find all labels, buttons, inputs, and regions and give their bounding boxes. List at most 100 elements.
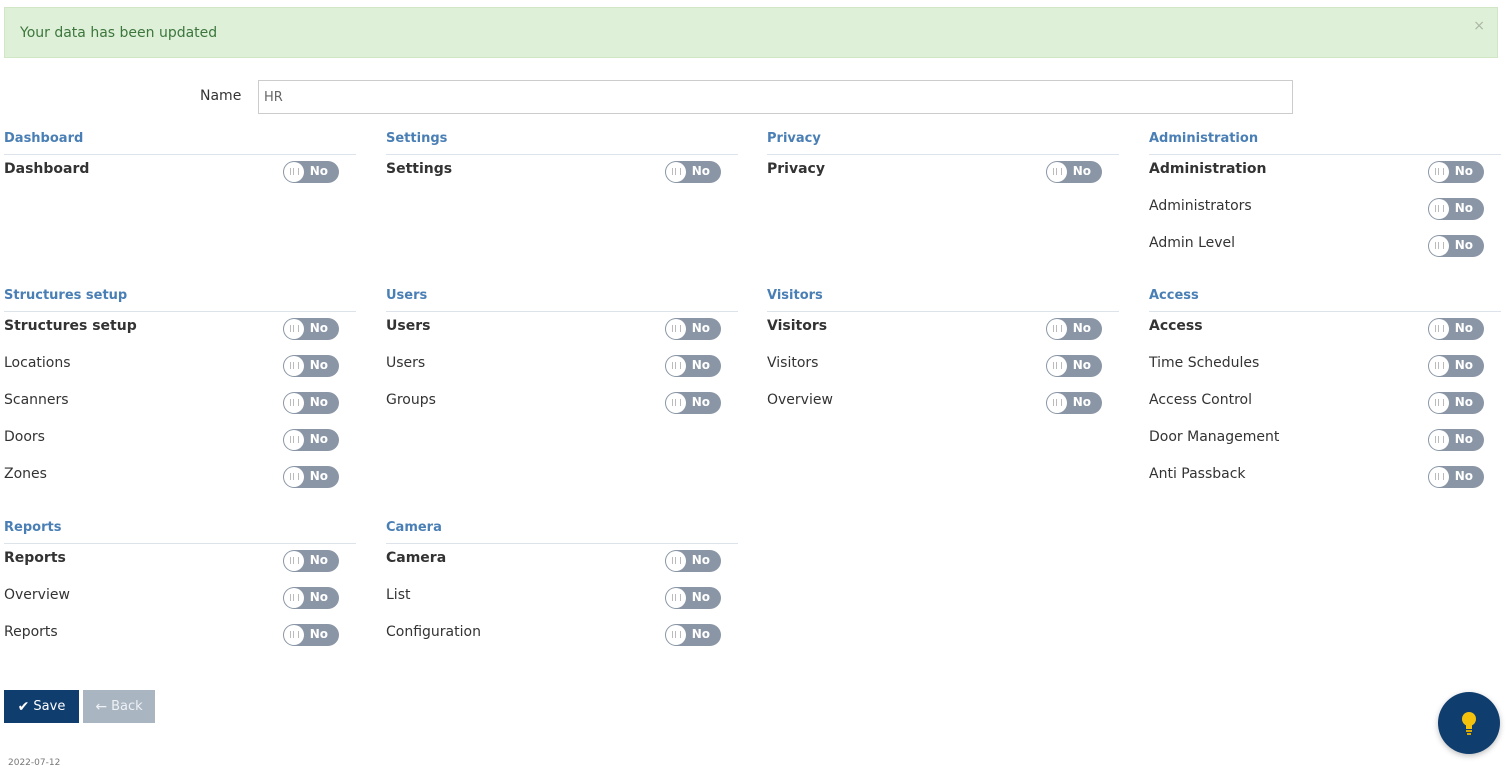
section-privacy: Privacy Privacy No [767, 130, 1119, 192]
permission-toggle[interactable]: No [1046, 161, 1102, 183]
toggle-knob [284, 625, 304, 645]
permission-toggle[interactable]: No [283, 392, 339, 414]
toggle-state-label: No [1454, 395, 1473, 409]
arrow-left-icon: ← [95, 698, 108, 715]
permission-toggle[interactable]: No [1428, 318, 1484, 340]
section-title: Dashboard [4, 130, 356, 155]
permission-row: Visitors No [767, 349, 1119, 386]
permission-toggle[interactable]: No [1428, 355, 1484, 377]
toggle-knob [1429, 162, 1449, 182]
lightbulb-icon [1462, 712, 1476, 735]
permission-toggle[interactable]: No [283, 587, 339, 609]
permission-list: Visitors No Visitors No Overview No [767, 312, 1119, 423]
permission-toggle[interactable]: No [1428, 466, 1484, 488]
toggle-state-label: No [309, 553, 328, 567]
toggle-knob [666, 356, 686, 376]
permission-list: Reports No Overview No Reports No [4, 544, 356, 655]
permission-label: Admin Level [1149, 235, 1236, 251]
toggle-state-label: No [1072, 164, 1091, 178]
permission-toggle[interactable]: No [1428, 235, 1484, 257]
toggle-state-label: No [1454, 238, 1473, 252]
toggle-knob [284, 319, 304, 339]
permission-list: Settings No [386, 155, 738, 192]
toggle-knob [284, 588, 304, 608]
back-button[interactable]: ← Back [83, 690, 155, 723]
permission-row-main: Reports No [4, 544, 356, 581]
toggle-knob [1047, 319, 1067, 339]
permission-label: Administration [1149, 161, 1267, 177]
toggle-knob [1429, 467, 1449, 487]
permission-toggle[interactable]: No [665, 587, 721, 609]
toggle-state-label: No [691, 590, 710, 604]
permission-label: Groups [386, 392, 436, 408]
permission-toggle[interactable]: No [665, 392, 721, 414]
permission-toggle[interactable]: No [283, 429, 339, 451]
permission-row-main: Privacy No [767, 155, 1119, 192]
permission-row: Reports No [4, 618, 356, 655]
toggle-state-label: No [691, 395, 710, 409]
toggle-knob [284, 551, 304, 571]
permission-label: Time Schedules [1149, 355, 1260, 371]
toggle-state-label: No [1454, 469, 1473, 483]
toggle-knob [1429, 319, 1449, 339]
permission-label: Overview [4, 587, 70, 603]
toggle-knob [666, 625, 686, 645]
help-button[interactable] [1438, 692, 1500, 754]
section-title: Camera [386, 519, 738, 544]
permission-list: Structures setup No Locations No Scanners No D… [4, 312, 356, 497]
permission-row: Scanners No [4, 386, 356, 423]
section-visitors: Visitors Visitors No Visitors No Overview No [767, 287, 1119, 423]
permission-label: Locations [4, 355, 71, 371]
permission-toggle[interactable]: No [283, 466, 339, 488]
permission-toggle[interactable]: No [1428, 198, 1484, 220]
permission-label: Administrators [1149, 198, 1252, 214]
toggle-state-label: No [1454, 164, 1473, 178]
permission-toggle[interactable]: No [1428, 392, 1484, 414]
section-title: Structures setup [4, 287, 356, 312]
permission-label: Reports [4, 624, 58, 640]
toggle-knob [1429, 430, 1449, 450]
permission-toggle[interactable]: No [665, 624, 721, 646]
permission-toggle[interactable]: No [1428, 429, 1484, 451]
permission-toggle[interactable]: No [283, 355, 339, 377]
section-title: Users [386, 287, 738, 312]
permission-toggle[interactable]: No [665, 355, 721, 377]
permission-toggle[interactable]: No [665, 550, 721, 572]
permission-list: Users No Users No Groups No [386, 312, 738, 423]
close-icon[interactable]: × [1473, 19, 1485, 33]
back-label: Back [111, 699, 143, 714]
section-camera: Camera Camera No List No Configuration No [386, 519, 738, 655]
toggle-state-label: No [309, 432, 328, 446]
permission-toggle[interactable]: No [283, 161, 339, 183]
permission-row-main: Structures setup No [4, 312, 356, 349]
permission-row: Administrators No [1149, 192, 1501, 229]
permission-toggle[interactable]: No [1046, 392, 1102, 414]
permission-toggle[interactable]: No [1046, 318, 1102, 340]
permission-toggle[interactable]: No [1046, 355, 1102, 377]
permission-toggle[interactable]: No [283, 318, 339, 340]
permission-list: Camera No List No Configuration No [386, 544, 738, 655]
toggle-knob [284, 393, 304, 413]
section-title: Administration [1149, 130, 1501, 155]
permission-row: Users No [386, 349, 738, 386]
permission-label: Users [386, 318, 431, 334]
permission-toggle[interactable]: No [665, 318, 721, 340]
permission-toggle[interactable]: No [283, 550, 339, 572]
toggle-state-label: No [691, 164, 710, 178]
toggle-knob [1047, 356, 1067, 376]
permission-toggle[interactable]: No [1428, 161, 1484, 183]
toggle-state-label: No [1454, 201, 1473, 215]
permission-list: Access No Time Schedules No Access Control No… [1149, 312, 1501, 497]
permission-toggle[interactable]: No [665, 161, 721, 183]
permission-row: Overview No [4, 581, 356, 618]
toggle-state-label: No [1072, 321, 1091, 335]
permission-toggle[interactable]: No [283, 624, 339, 646]
save-button[interactable]: ✔ Save [4, 690, 79, 723]
permission-label: Overview [767, 392, 833, 408]
toggle-state-label: No [1072, 395, 1091, 409]
name-input[interactable] [258, 80, 1293, 114]
section-reports: Reports Reports No Overview No Reports No [4, 519, 356, 655]
permission-label: Configuration [386, 624, 481, 640]
permission-label: Anti Passback [1149, 466, 1246, 482]
permission-row: List No [386, 581, 738, 618]
